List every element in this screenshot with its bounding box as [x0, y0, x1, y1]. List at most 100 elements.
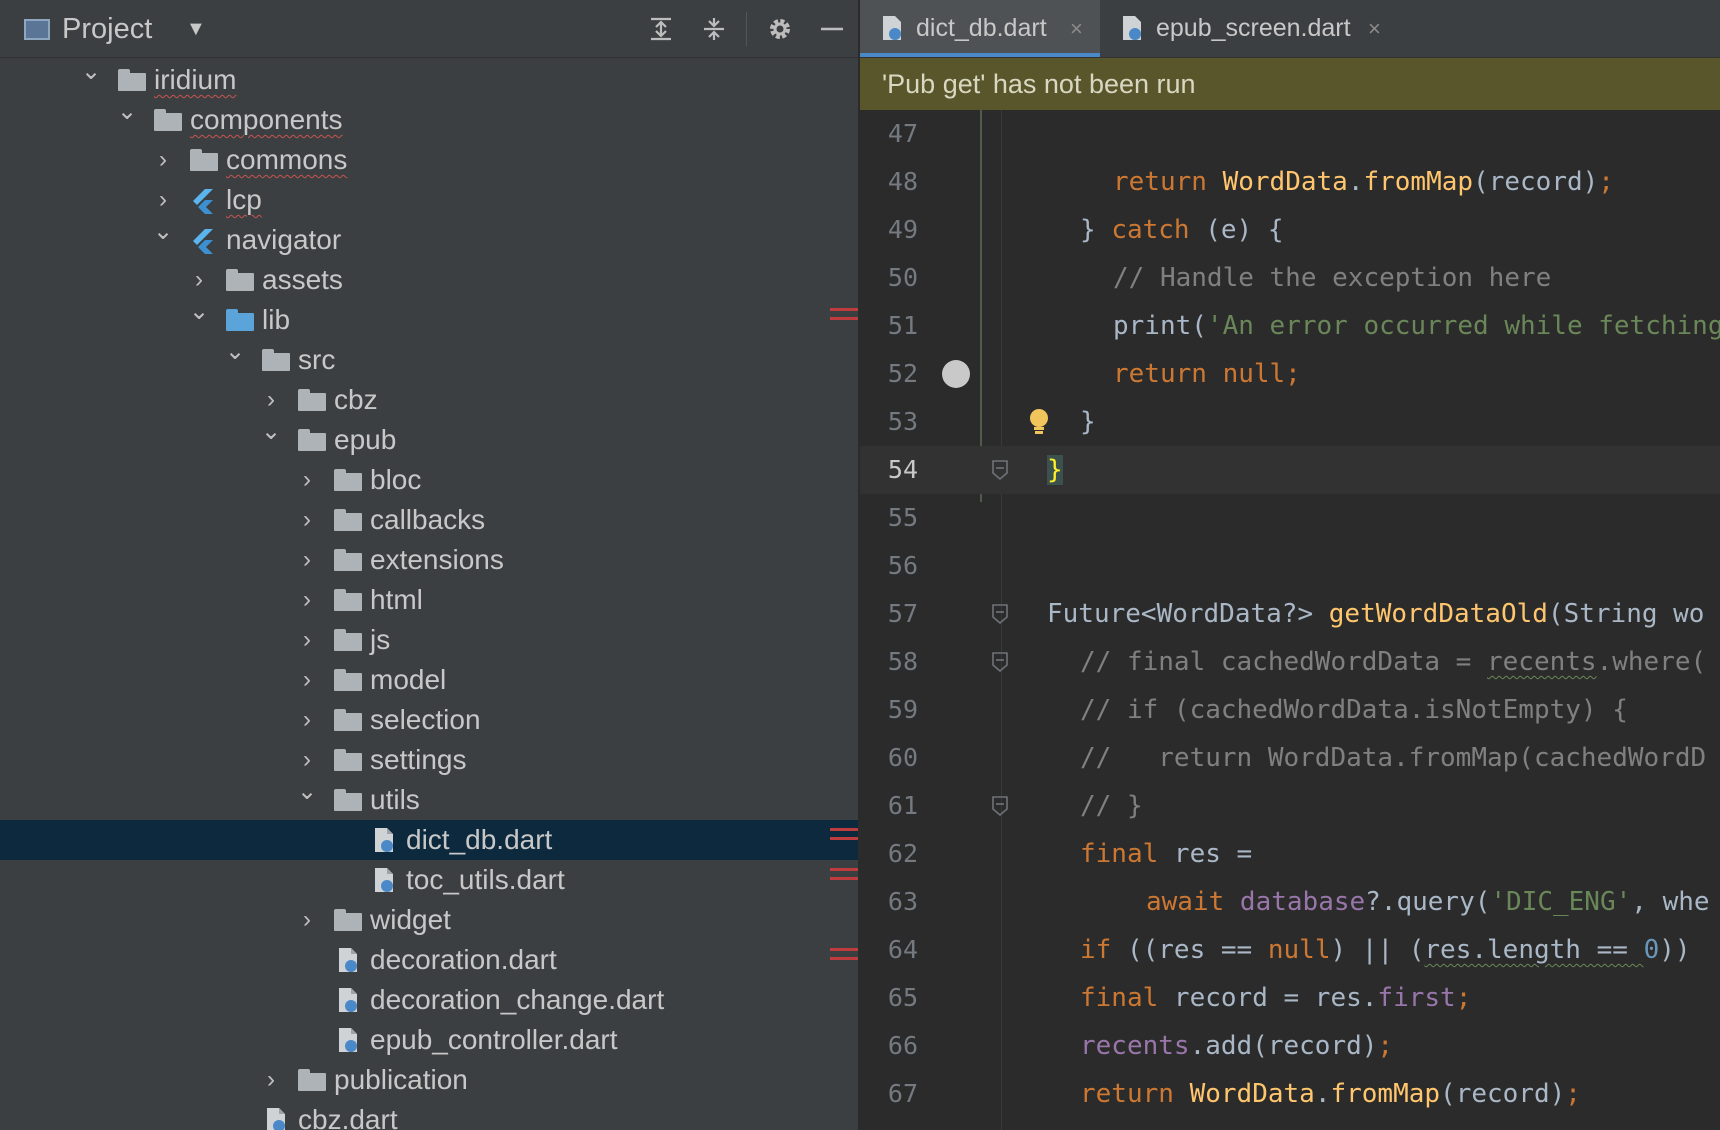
line-number[interactable]: 55: [860, 494, 918, 542]
line-number[interactable]: 57: [860, 590, 918, 638]
error-stripe-marker[interactable]: [830, 828, 858, 831]
tree-item[interactable]: ⌄ src: [0, 338, 858, 380]
collapse-all-icon[interactable]: [697, 12, 731, 46]
tree-item[interactable]: toc_utils.dart: [0, 860, 858, 900]
code-line[interactable]: 60 // return WordData.fromMap(cachedWordD: [860, 734, 1720, 782]
line-number[interactable]: 64: [860, 926, 918, 974]
error-stripe-marker[interactable]: [830, 868, 858, 871]
line-number[interactable]: 65: [860, 974, 918, 1022]
line-number[interactable]: 63: [860, 878, 918, 926]
fold-marker-icon[interactable]: [990, 602, 1010, 626]
tree-item[interactable]: › widget: [0, 900, 858, 940]
chevron-down-icon[interactable]: ▼: [186, 18, 206, 41]
line-number[interactable]: 53: [860, 398, 918, 446]
line-number[interactable]: 49: [860, 206, 918, 254]
chevron-right-icon[interactable]: ›: [188, 262, 210, 298]
lightbulb-icon[interactable]: [1028, 408, 1050, 436]
error-stripe-marker[interactable]: [830, 317, 858, 320]
tab-epub-screen[interactable]: epub_screen.dart ×: [1100, 0, 1400, 57]
tree-item[interactable]: ⌄ components: [0, 98, 858, 140]
minimize-icon[interactable]: [815, 12, 849, 46]
line-number[interactable]: 51: [860, 302, 918, 350]
tree-item[interactable]: › cbz: [0, 380, 858, 420]
tree-item[interactable]: › callbacks: [0, 500, 858, 540]
code-line[interactable]: 64 if ((res == null) || (res.length == 0)…: [860, 926, 1720, 974]
tree-item[interactable]: ⌄ lib: [0, 298, 858, 340]
chevron-right-icon[interactable]: ›: [296, 902, 318, 938]
code-line[interactable]: 51 print('An error occurred while fetchin…: [860, 302, 1720, 350]
line-number[interactable]: 54: [860, 446, 918, 494]
code-line[interactable]: 62 final res =: [860, 830, 1720, 878]
code-line[interactable]: 59 // if (cachedWordData.isNotEmpty) {: [860, 686, 1720, 734]
tree-item[interactable]: ⌄ utils: [0, 778, 858, 820]
chevron-right-icon[interactable]: ›: [152, 142, 174, 178]
chevron-right-icon[interactable]: ›: [296, 582, 318, 618]
gear-icon[interactable]: [763, 12, 797, 46]
chevron-right-icon[interactable]: ›: [296, 662, 318, 698]
tree-item[interactable]: decoration_change.dart: [0, 980, 858, 1020]
chevron-down-icon[interactable]: ⌄: [116, 94, 138, 130]
code-line[interactable]: 53}: [860, 398, 1720, 446]
code-line[interactable]: 50 // Handle the exception here: [860, 254, 1720, 302]
tree-item[interactable]: › lcp: [0, 180, 858, 220]
error-stripe-marker[interactable]: [830, 308, 858, 311]
chevron-right-icon[interactable]: ›: [260, 382, 282, 418]
code-line[interactable]: 48 return WordData.fromMap(record);: [860, 158, 1720, 206]
close-icon[interactable]: ×: [1368, 0, 1381, 57]
chevron-down-icon[interactable]: ⌄: [152, 214, 174, 250]
code-line[interactable]: 58 // final cachedWordData = recents.wher…: [860, 638, 1720, 686]
chevron-down-icon[interactable]: ⌄: [296, 774, 318, 810]
project-panel-title[interactable]: Project: [62, 13, 152, 46]
line-number[interactable]: 50: [860, 254, 918, 302]
tree-item[interactable]: cbz.dart: [0, 1100, 858, 1130]
chevron-down-icon[interactable]: ⌄: [80, 54, 102, 90]
code-line[interactable]: 47: [860, 110, 1720, 158]
tree-item[interactable]: dict_db.dart: [0, 820, 858, 860]
error-stripe-marker[interactable]: [830, 948, 858, 951]
chevron-right-icon[interactable]: ›: [296, 462, 318, 498]
error-stripe-marker[interactable]: [830, 837, 858, 840]
chevron-right-icon[interactable]: ›: [296, 702, 318, 738]
tree-item[interactable]: › selection: [0, 700, 858, 740]
tree-item[interactable]: › bloc: [0, 460, 858, 500]
line-number[interactable]: 62: [860, 830, 918, 878]
code-line[interactable]: 52 return null;: [860, 350, 1720, 398]
line-number[interactable]: 61: [860, 782, 918, 830]
line-number[interactable]: 56: [860, 542, 918, 590]
line-number[interactable]: 47: [860, 110, 918, 158]
code-line[interactable]: 54}: [860, 446, 1720, 494]
fold-marker-icon[interactable]: [990, 794, 1010, 818]
code-line[interactable]: 65 final record = res.first;: [860, 974, 1720, 1022]
chevron-right-icon[interactable]: ›: [296, 502, 318, 538]
tree-item[interactable]: ⌄ epub: [0, 418, 858, 460]
tree-item[interactable]: › model: [0, 660, 858, 700]
line-number[interactable]: 66: [860, 1022, 918, 1070]
expand-all-icon[interactable]: [644, 12, 678, 46]
tree-item[interactable]: › html: [0, 580, 858, 620]
code-line[interactable]: 66 recents.add(record);: [860, 1022, 1720, 1070]
tree-item[interactable]: › settings: [0, 740, 858, 780]
chevron-right-icon[interactable]: ›: [260, 1062, 282, 1098]
tree-item[interactable]: › extensions: [0, 540, 858, 580]
close-icon[interactable]: ×: [1070, 0, 1083, 57]
code-line[interactable]: 57 Future<WordData?> getWordDataOld(Strin…: [860, 590, 1720, 638]
line-number[interactable]: 60: [860, 734, 918, 782]
tree-item[interactable]: › commons: [0, 140, 858, 180]
code-line[interactable]: 49} catch (e) {: [860, 206, 1720, 254]
tree-item[interactable]: › assets: [0, 260, 858, 300]
chevron-right-icon[interactable]: ›: [296, 622, 318, 658]
chevron-right-icon[interactable]: ›: [152, 182, 174, 218]
tree-item[interactable]: ⌄ navigator: [0, 218, 858, 260]
chevron-down-icon[interactable]: ⌄: [260, 414, 282, 450]
fold-marker-icon[interactable]: [990, 650, 1010, 674]
chevron-down-icon[interactable]: ⌄: [188, 294, 210, 330]
line-number[interactable]: 58: [860, 638, 918, 686]
error-stripe-marker[interactable]: [830, 957, 858, 960]
chevron-right-icon[interactable]: ›: [296, 742, 318, 778]
code-line[interactable]: 55: [860, 494, 1720, 542]
fold-marker-icon[interactable]: [990, 458, 1010, 482]
line-number[interactable]: 52: [860, 350, 918, 398]
breakpoint-icon[interactable]: [942, 360, 970, 388]
code-line[interactable]: 67 return WordData.fromMap(record);: [860, 1070, 1720, 1118]
code-line[interactable]: 61 // }: [860, 782, 1720, 830]
